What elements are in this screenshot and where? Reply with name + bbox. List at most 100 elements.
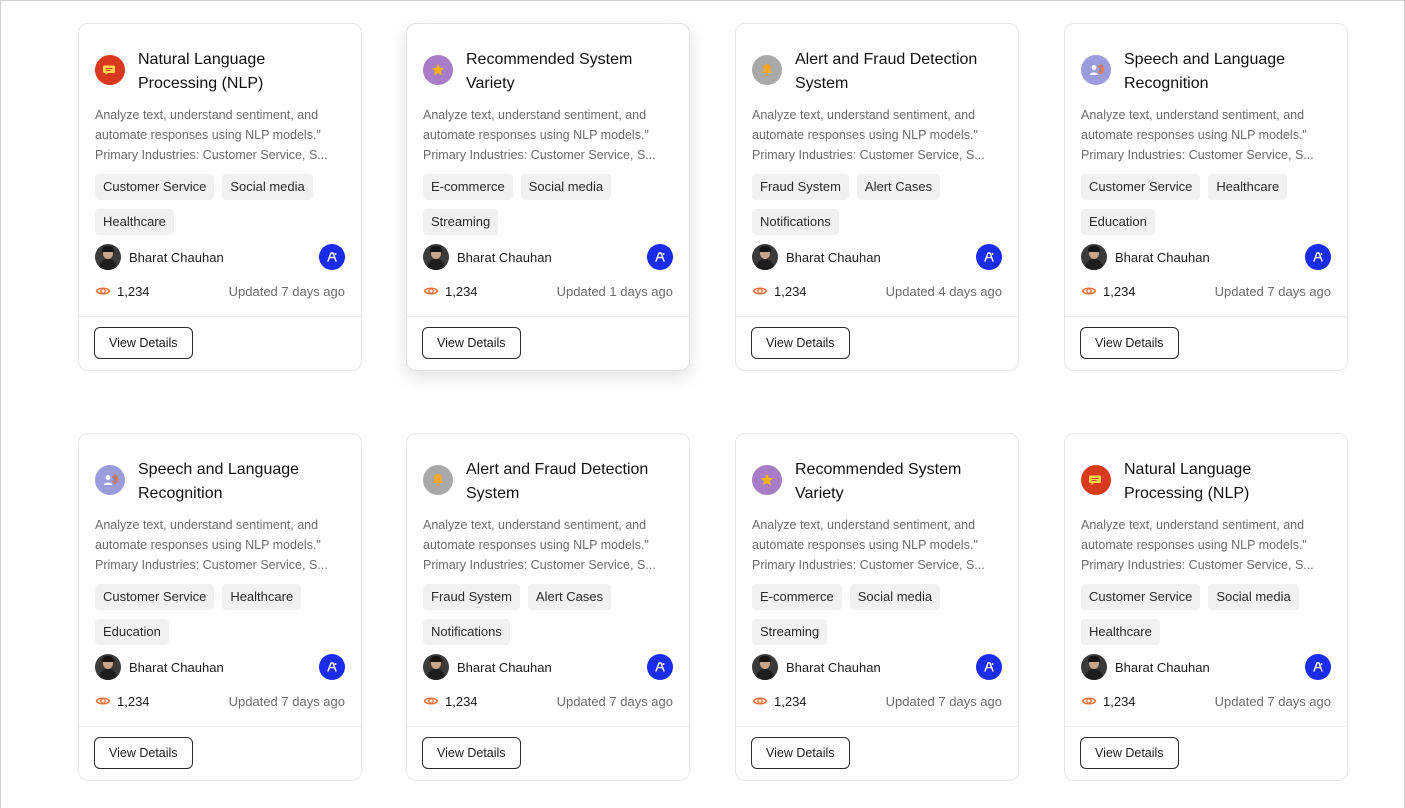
view-count: 1,234 (774, 283, 807, 299)
views: 1,234 (752, 693, 807, 709)
description-line: automate responses using NLP models." (95, 538, 321, 552)
tag-chip: Streaming (423, 209, 499, 235)
model-card: Recommended System Variety Analyze text,… (735, 433, 1019, 781)
author: Bharat Chauhan (752, 244, 881, 270)
card-title: Speech and Language Recognition (1124, 48, 1285, 96)
card-title-line: Recognition (138, 485, 223, 502)
author-name: Bharat Chauhan (786, 659, 881, 675)
tag-list: E-commerce Social media Streaming (752, 584, 1002, 645)
avatar (752, 244, 778, 270)
view-details-button[interactable]: View Details (94, 327, 193, 359)
tag-chip: E-commerce (752, 584, 842, 610)
author-name: Bharat Chauhan (457, 249, 552, 265)
card-header: Recommended System Variety (752, 458, 1002, 506)
description-line: Primary Industries: Customer Service, S.… (95, 148, 328, 162)
chat-bubble-icon (1081, 465, 1111, 495)
author-name: Bharat Chauhan (129, 659, 224, 675)
card-header: Speech and Language Recognition (95, 458, 345, 506)
description-line: Analyze text, understand sentiment, and (752, 518, 976, 532)
model-card: Speech and Language Recognition Analyze … (1064, 23, 1348, 371)
author: Bharat Chauhan (95, 654, 224, 680)
card-body: Recommended System Variety Analyze text,… (407, 24, 689, 301)
description-line: Primary Industries: Customer Service, S.… (95, 558, 328, 572)
card-body: Natural Language Processing (NLP) Analyz… (1065, 434, 1347, 711)
description-line: Primary Industries: Customer Service, S.… (423, 148, 656, 162)
avatar (95, 244, 121, 270)
view-details-button[interactable]: View Details (751, 327, 850, 359)
description-line: automate responses using NLP models." (752, 128, 978, 142)
description-line: Primary Industries: Customer Service, S.… (1081, 148, 1314, 162)
avatar (1081, 654, 1107, 680)
updated-text: Updated 7 days ago (228, 283, 345, 299)
card-grid: Natural Language Processing (NLP) Analyz… (0, 0, 1405, 808)
updated-text: Updated 7 days ago (1214, 283, 1331, 299)
description-line: Analyze text, understand sentiment, and (95, 108, 319, 122)
card-description: Analyze text, understand sentiment, and … (423, 515, 673, 575)
tag-chip: Healthcare (1081, 619, 1160, 645)
card-description: Analyze text, understand sentiment, and … (752, 515, 1002, 575)
view-details-button[interactable]: View Details (1080, 327, 1179, 359)
tag-chip: Education (95, 619, 169, 645)
tag-chip: Alert Cases (856, 174, 941, 200)
card-title-line: Speech and Language (138, 461, 300, 478)
ai-badge-icon (976, 244, 1002, 270)
card-title-line: Natural Language (1124, 461, 1252, 478)
card-meta: 1,234 Updated 7 days ago (1081, 691, 1331, 711)
view-details-button[interactable]: View Details (94, 737, 193, 769)
card-title: Natural Language Processing (NLP) (138, 48, 265, 96)
bell-icon (752, 55, 782, 85)
card-meta: 1,234 Updated 7 days ago (423, 691, 673, 711)
card-body: Speech and Language Recognition Analyze … (79, 434, 361, 711)
view-details-button[interactable]: View Details (422, 737, 521, 769)
card-header: Speech and Language Recognition (1081, 48, 1331, 96)
chat-bubble-icon (95, 55, 125, 85)
author-name: Bharat Chauhan (457, 659, 552, 675)
updated-text: Updated 7 days ago (885, 693, 1002, 709)
views: 1,234 (423, 693, 478, 709)
ai-badge-icon (319, 654, 345, 680)
author-name: Bharat Chauhan (786, 249, 881, 265)
card-meta: 1,234 Updated 7 days ago (95, 281, 345, 301)
description-line: Analyze text, understand sentiment, and (1081, 108, 1305, 122)
view-count: 1,234 (1103, 693, 1136, 709)
card-description: Analyze text, understand sentiment, and … (1081, 515, 1331, 575)
tag-chip: Notifications (752, 209, 839, 235)
ai-badge-icon (1305, 244, 1331, 270)
card-description: Analyze text, understand sentiment, and … (95, 105, 345, 165)
tag-chip: Education (1081, 209, 1155, 235)
card-title-line: Natural Language (138, 51, 266, 68)
eye-icon (752, 287, 768, 295)
card-title-line: Processing (NLP) (138, 75, 264, 92)
view-details-button[interactable]: View Details (751, 737, 850, 769)
card-meta: 1,234 Updated 1 days ago (423, 281, 673, 301)
avatar (423, 654, 449, 680)
view-details-button[interactable]: View Details (1080, 737, 1179, 769)
description-line: Primary Industries: Customer Service, S.… (752, 148, 985, 162)
view-count: 1,234 (1103, 283, 1136, 299)
author: Bharat Chauhan (423, 654, 552, 680)
card-footer: View Details (79, 726, 361, 780)
updated-text: Updated 7 days ago (556, 693, 673, 709)
updated-text: Updated 1 days ago (556, 283, 673, 299)
tag-chip: Customer Service (95, 584, 215, 610)
eye-icon (423, 697, 439, 705)
tag-chip: Social media (849, 584, 941, 610)
views: 1,234 (752, 283, 807, 299)
description-line: automate responses using NLP models." (423, 538, 649, 552)
ai-badge-icon (647, 244, 673, 270)
card-title-line: Recommended System (466, 51, 633, 68)
avatar (95, 654, 121, 680)
views: 1,234 (1081, 283, 1136, 299)
view-details-button[interactable]: View Details (422, 327, 521, 359)
card-title: Recommended System Variety (795, 458, 961, 506)
card-header: Alert and Fraud Detection System (752, 48, 1002, 96)
updated-text: Updated 7 days ago (228, 693, 345, 709)
view-count: 1,234 (117, 693, 150, 709)
description-line: Primary Industries: Customer Service, S.… (1081, 558, 1314, 572)
author-row: Bharat Chauhan (752, 244, 1002, 270)
eye-icon (1081, 697, 1097, 705)
avatar (1081, 244, 1107, 270)
model-card: Alert and Fraud Detection System Analyze… (735, 23, 1019, 371)
author-row: Bharat Chauhan (752, 654, 1002, 680)
tag-chip: Customer Service (1081, 584, 1201, 610)
